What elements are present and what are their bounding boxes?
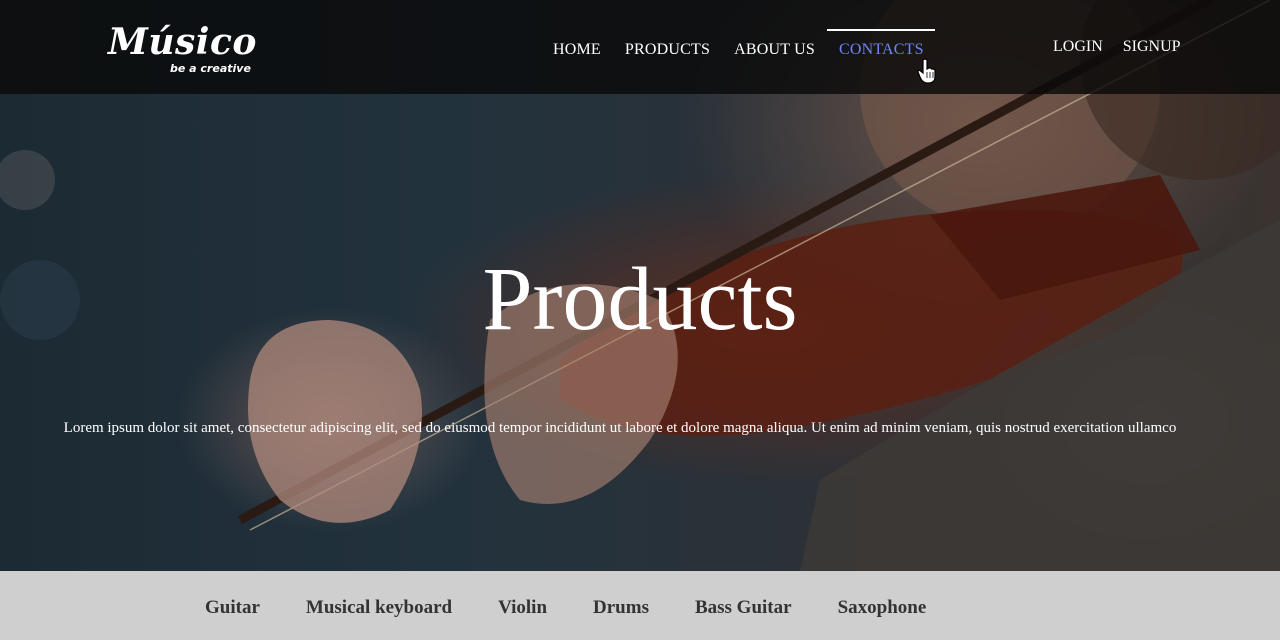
- main-nav: HOME PRODUCTS ABOUT US CONTACTS: [553, 29, 948, 59]
- nav-contacts[interactable]: CONTACTS: [827, 29, 935, 59]
- nav-home[interactable]: HOME: [553, 41, 601, 59]
- category-saxophone[interactable]: Saxophone: [838, 597, 927, 619]
- category-bass-guitar[interactable]: Bass Guitar: [695, 597, 792, 619]
- auth-links: LOGIN SIGNUP: [1053, 38, 1201, 56]
- top-navbar: Músico be a creative HOME PRODUCTS ABOUT…: [0, 0, 1280, 94]
- category-violin[interactable]: Violin: [498, 597, 547, 619]
- page-title: Products: [482, 250, 798, 349]
- nav-products[interactable]: PRODUCTS: [625, 41, 710, 59]
- category-musical-keyboard[interactable]: Musical keyboard: [306, 597, 452, 619]
- logo-name: Músico: [108, 21, 257, 63]
- login-link[interactable]: LOGIN: [1053, 38, 1103, 56]
- hero-description: Lorem ipsum dolor sit amet, consectetur …: [63, 420, 1177, 436]
- signup-link[interactable]: SIGNUP: [1123, 38, 1181, 56]
- hand-pointer-icon: [917, 58, 936, 84]
- musico-logo[interactable]: Músico be a creative: [108, 21, 257, 75]
- category-drums[interactable]: Drums: [593, 597, 649, 619]
- category-list: Guitar Musical keyboard Violin Drums Bas…: [205, 597, 972, 619]
- category-guitar[interactable]: Guitar: [205, 597, 260, 619]
- category-bar: Guitar Musical keyboard Violin Drums Bas…: [0, 571, 1280, 640]
- nav-about-us[interactable]: ABOUT US: [734, 41, 815, 59]
- logo-tagline: be a creative: [170, 62, 251, 75]
